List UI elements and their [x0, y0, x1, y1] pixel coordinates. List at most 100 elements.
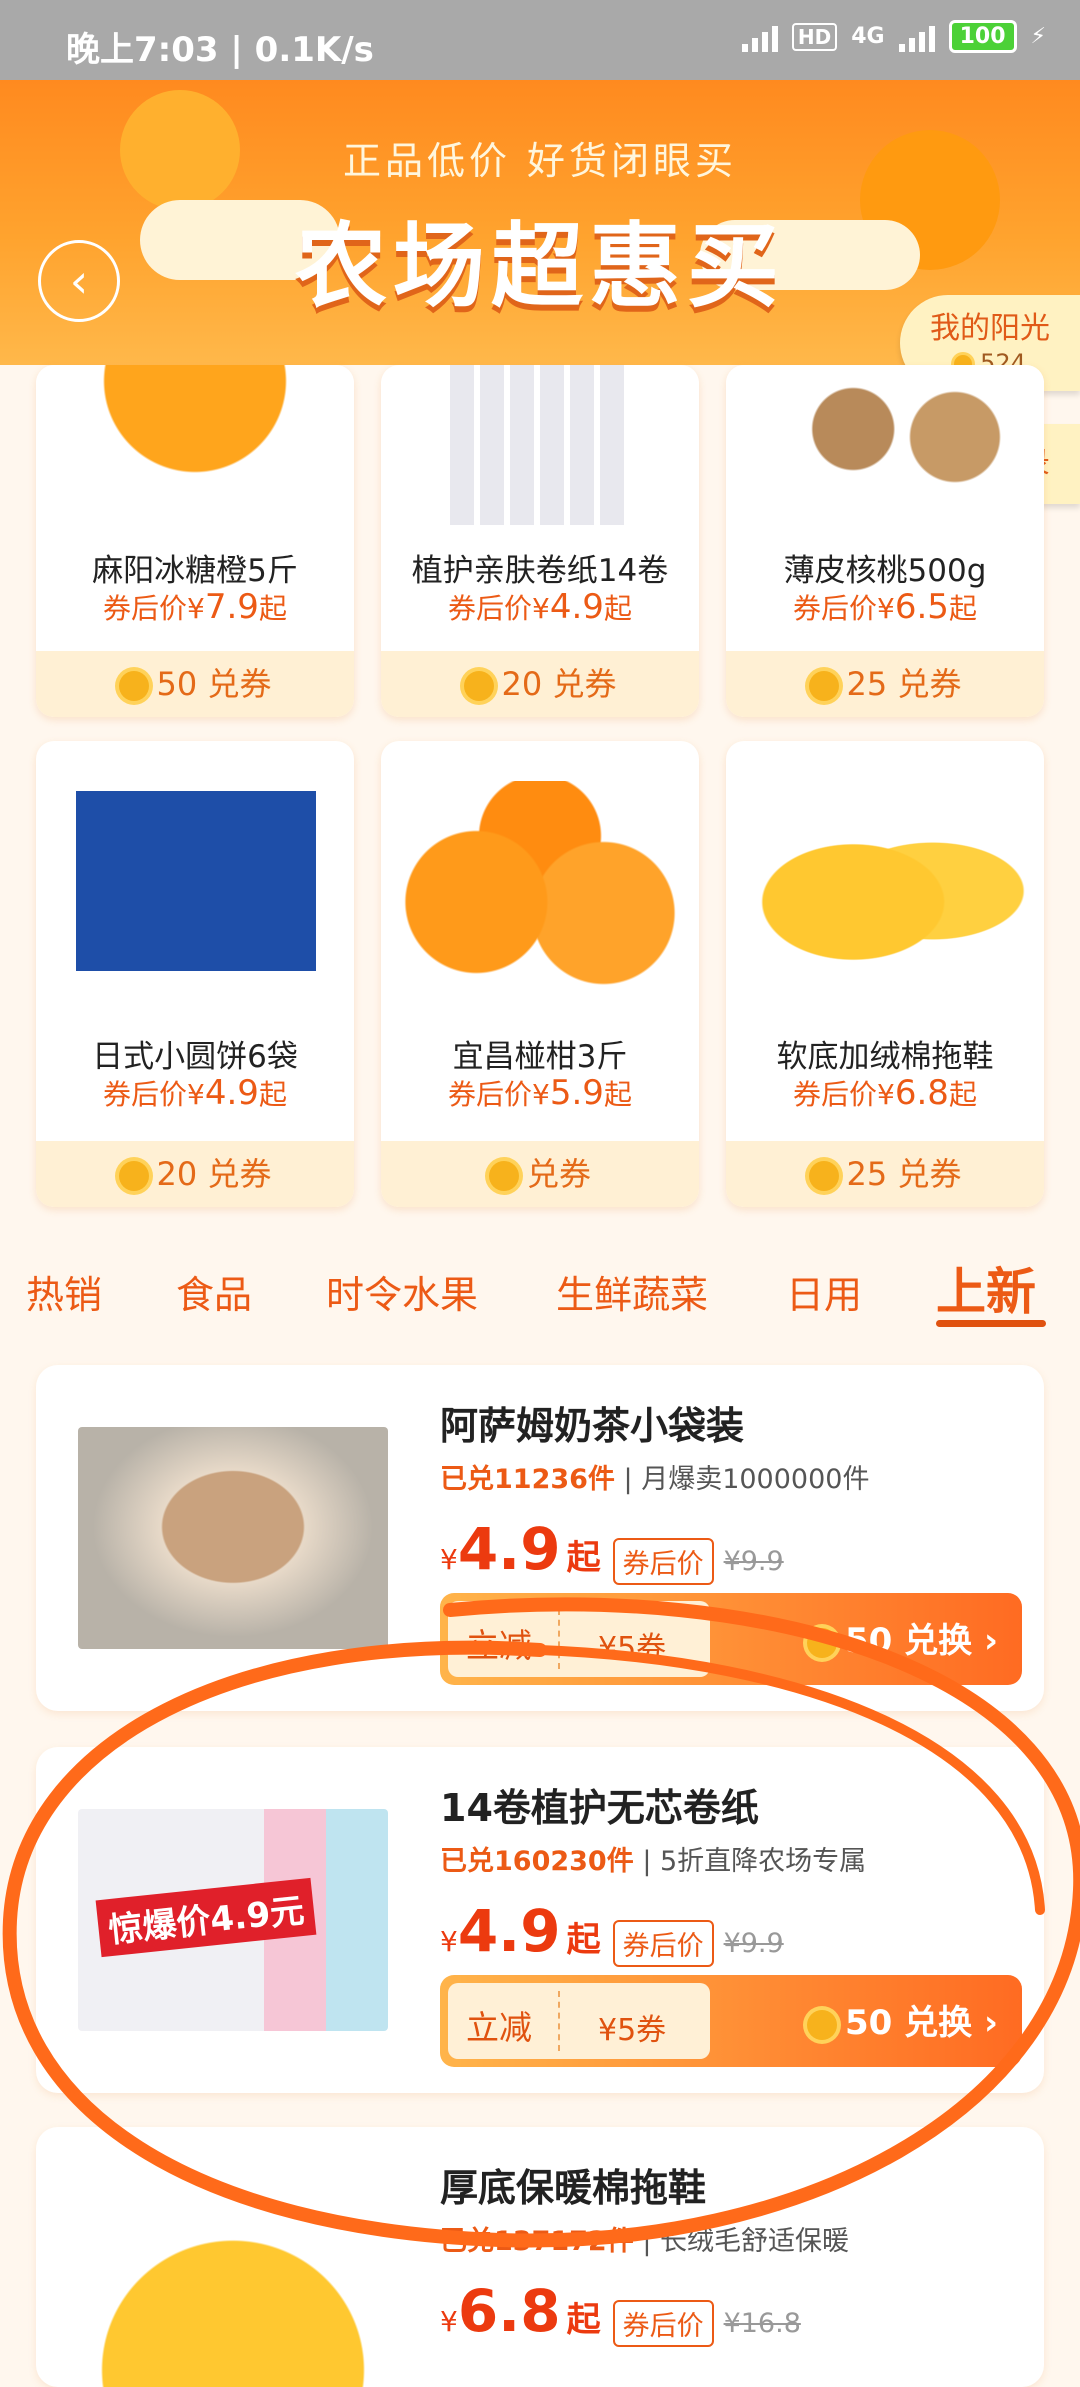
category-tabs: 热销 食品 时令水果 生鲜蔬菜 日用 上新	[0, 1250, 1080, 1330]
price-value: 4.9	[549, 587, 604, 627]
meta-text: | 5折直降农场专属	[633, 1846, 867, 1877]
product-title: 阿萨姆奶茶小袋装	[440, 1404, 745, 1448]
price-value: 7.9	[204, 587, 259, 627]
product-name: 宜昌椪柑3斤	[452, 1039, 628, 1075]
sun-icon	[808, 671, 839, 701]
list-item[interactable]: 阿萨姆奶茶小袋装 已兑11236件 | 月爆卖1000000件 ¥4.9 起券后价…	[36, 1365, 1044, 1711]
sold-count: 已兑160230件	[440, 1846, 634, 1877]
price-suffix: 起	[948, 592, 977, 625]
exchange-button[interactable]: 立减 ¥5券 50 兑换 ›	[440, 1593, 1022, 1685]
meta-text: | 长绒毛舒适保暖	[633, 2226, 849, 2257]
product-meta: 已兑137172件 | 长绒毛舒适保暖	[440, 2219, 849, 2258]
list-item[interactable]: 惊爆价4.9元 14卷植护无芯卷纸 已兑160230件 | 5折直降农场专属 ¥…	[36, 1747, 1044, 2093]
original-price: ¥9.9	[723, 1927, 784, 1959]
network-label: 4G	[851, 24, 885, 49]
sun-icon	[488, 1161, 519, 1191]
coupon-button[interactable]: 兑券	[381, 1141, 699, 1207]
dashed-divider	[558, 1609, 560, 1669]
product-image	[78, 2217, 388, 2387]
product-price: ¥4.9 起券后价 ¥9.9	[440, 1897, 784, 1967]
currency: ¥	[440, 2305, 458, 2338]
product-price: 券后价¥5.9起	[381, 1073, 699, 1113]
grid-card[interactable]: 日式小圆饼6袋 券后价¥4.9起 20 兑券	[36, 741, 354, 1207]
currency: ¥	[440, 1543, 458, 1576]
price-suffix: 起	[948, 1078, 977, 1111]
price-suffix: 起	[258, 1078, 287, 1111]
meta-text: | 月爆卖1000000件	[614, 1464, 870, 1495]
dashed-divider	[558, 1991, 560, 2051]
tab-new[interactable]: 上新	[936, 1252, 1036, 1324]
product-image	[726, 781, 1044, 1001]
grid-card[interactable]: 薄皮核桃500g 券后价¥6.5起 25 兑券	[726, 365, 1044, 717]
charging-icon: ⚡	[1030, 24, 1046, 49]
price-suffix: 起	[603, 1078, 632, 1111]
price-prefix: 券后价¥	[793, 1078, 895, 1111]
price-prefix: 券后价¥	[448, 592, 550, 625]
price-suffix: 起	[566, 1920, 601, 1960]
sold-count: 已兑137172件	[440, 2226, 634, 2257]
grid-card[interactable]: 软底加绒棉拖鞋 券后价¥6.8起 25 兑券	[726, 741, 1044, 1207]
product-name: 软底加绒棉拖鞋	[776, 1039, 994, 1075]
coupon-amount: ¥5券	[598, 1631, 667, 1666]
exchange-button[interactable]: 立减 ¥5券 50 兑换 ›	[440, 1975, 1022, 2067]
exchange-text: 50 兑换 ›	[845, 1621, 998, 1661]
list-item[interactable]: 厚底保暖棉拖鞋 已兑137172件 | 长绒毛舒适保暖 ¥6.8 起券后价 ¥16.…	[36, 2127, 1044, 2387]
product-name: 日式小圆饼6袋	[92, 1039, 298, 1075]
sun-icon	[118, 1161, 149, 1191]
grid-card[interactable]: 麻阳冰糖橙5斤 券后价¥7.9起 50 兑券	[36, 365, 354, 717]
tab-food[interactable]: 食品	[176, 1264, 252, 1319]
original-price: ¥16.8	[723, 2307, 801, 2339]
price-prefix: 券后价¥	[103, 592, 205, 625]
coupon-label: 25 兑券	[846, 1155, 962, 1193]
price-suffix: 起	[258, 592, 287, 625]
coupon-label: 20 兑券	[156, 1155, 272, 1193]
coupon-button[interactable]: 20 兑券	[36, 1141, 354, 1207]
currency: ¥	[440, 1925, 458, 1958]
tab-fresh-vegetables[interactable]: 生鲜蔬菜	[556, 1264, 708, 1319]
product-meta: 已兑11236件 | 月爆卖1000000件	[440, 1457, 869, 1496]
exchange-label: 50 兑换 ›	[807, 1613, 998, 1662]
coupon-button[interactable]: 50 兑券	[36, 651, 354, 717]
product-image	[450, 365, 630, 525]
signal-4g-icon	[898, 22, 935, 52]
tab-daily-use[interactable]: 日用	[786, 1264, 862, 1319]
sun-icon	[807, 2009, 837, 2040]
exchange-text: 50 兑换 ›	[845, 2003, 998, 2043]
discount-coupon: 立减 ¥5券	[448, 1983, 710, 2059]
sold-count: 已兑11236件	[440, 1464, 615, 1495]
price-suffix: 起	[603, 592, 632, 625]
price-value: 6.8	[457, 2277, 561, 2345]
active-tab-indicator	[936, 1320, 1046, 1327]
price-suffix: 起	[566, 2300, 601, 2340]
original-price: ¥9.9	[723, 1545, 784, 1577]
sun-icon	[463, 671, 494, 701]
coupon-button[interactable]: 25 兑券	[726, 1141, 1044, 1207]
product-image	[78, 1427, 388, 1649]
back-arrow-icon: ‹	[69, 254, 89, 308]
price-prefix: 券后价¥	[793, 592, 895, 625]
price-value: 5.9	[549, 1073, 604, 1113]
product-title: 14卷植护无芯卷纸	[440, 1786, 759, 1830]
tab-hot[interactable]: 热销	[26, 1264, 102, 1319]
product-image	[76, 771, 316, 1011]
sun-icon	[807, 1627, 837, 1658]
discount-label: 立减	[466, 2008, 532, 2047]
product-image	[726, 365, 1044, 525]
product-price: ¥4.9 起券后价 ¥9.9	[440, 1515, 784, 1585]
price-tag: 券后价	[612, 1919, 714, 1967]
coupon-button[interactable]: 25 兑券	[726, 651, 1044, 717]
price-prefix: 券后价¥	[448, 1078, 550, 1111]
grid-card[interactable]: 植护亲肤卷纸14卷 券后价¥4.9起 20 兑券	[381, 365, 699, 717]
product-name: 植护亲肤卷纸14卷	[411, 553, 669, 589]
grid-card[interactable]: 宜昌椪柑3斤 券后价¥5.9起 兑券	[381, 741, 699, 1207]
product-title: 厚底保暖棉拖鞋	[440, 2166, 707, 2210]
coupon-button[interactable]: 20 兑券	[381, 651, 699, 717]
status-time: 晚上7:03 | 0.1K/s	[66, 30, 374, 70]
back-button[interactable]: ‹	[38, 240, 120, 322]
price-tag: 券后价	[612, 2299, 714, 2347]
tab-seasonal-fruit[interactable]: 时令水果	[326, 1264, 478, 1319]
product-price: 券后价¥7.9起	[36, 587, 354, 627]
product-price: 券后价¥4.9起	[381, 587, 699, 627]
product-price: 券后价¥4.9起	[36, 1073, 354, 1113]
discount-coupon: 立减 ¥5券	[448, 1601, 710, 1677]
